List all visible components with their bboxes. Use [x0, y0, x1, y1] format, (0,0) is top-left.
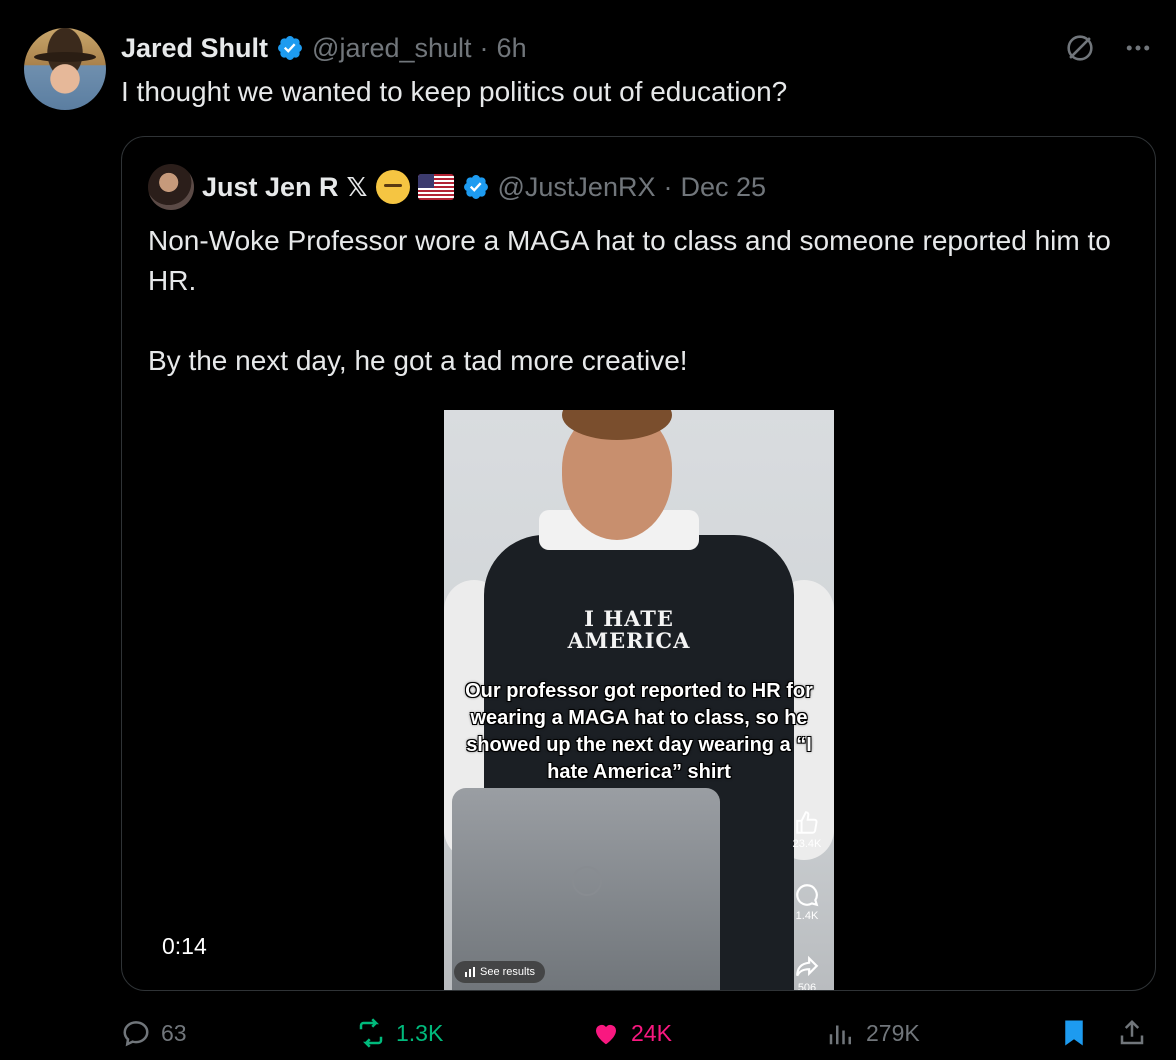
tweet-actions: 63 1.3K 24K 279K — [121, 1014, 1156, 1060]
poll-icon — [465, 967, 475, 977]
separator-dot: · — [663, 171, 673, 202]
video-share[interactable]: 506 — [794, 954, 820, 990]
video-caption: Our professor got reported to HR for wea… — [465, 680, 813, 783]
quoted-author-handle[interactable]: @JustJenRX — [498, 172, 656, 203]
reply-icon — [123, 1021, 149, 1047]
video-duration: 0:14 — [162, 933, 207, 959]
us-flag-icon — [417, 174, 454, 200]
bookmark-icon — [1065, 1020, 1083, 1046]
views-button[interactable]: 279K — [826, 1018, 920, 1048]
shirt-text: I HATE AMERICA — [554, 608, 704, 652]
retweet-icon — [359, 1018, 383, 1048]
more-icon[interactable] — [1120, 30, 1156, 66]
tweet-time[interactable]: 6h — [497, 33, 527, 64]
author-avatar[interactable] — [24, 28, 106, 110]
video-player[interactable]: I HATE AMERICA Our professor got reporte… — [444, 410, 834, 990]
share-arrow-icon — [796, 955, 819, 977]
video-laptop — [452, 788, 720, 990]
shirt-text-line2: AMERICA — [567, 628, 691, 653]
like-count: 24K — [631, 1019, 672, 1046]
like-icon — [596, 1024, 616, 1045]
like-button[interactable]: 24K — [591, 1018, 672, 1048]
share-button[interactable] — [1117, 1018, 1147, 1048]
see-results-button[interactable]: See results — [454, 961, 546, 983]
verified-badge-icon[interactable] — [462, 173, 490, 201]
quoted-text: Non-Woke Professor wore a MAGA hat to cl… — [148, 225, 1111, 376]
comment-icon — [796, 884, 819, 907]
x-logo-icon: 𝕏 — [346, 171, 368, 202]
see-results-label: See results — [480, 966, 536, 978]
thumbs-up-icon — [796, 811, 818, 834]
views-icon — [829, 1025, 851, 1045]
tweet-text: I thought we wanted to keep politics out… — [121, 76, 788, 107]
video-comment-count: 1.4K — [795, 910, 819, 922]
quoted-header: Just Jen R 𝕏 @JustJenRX · Dec 25 — [148, 163, 766, 211]
verified-badge-icon[interactable] — [276, 34, 304, 62]
salute-emoji-icon — [375, 170, 410, 204]
retweet-count: 1.3K — [396, 1019, 444, 1046]
retweet-button[interactable]: 1.3K — [356, 1018, 443, 1048]
grok-icon[interactable] — [1062, 30, 1098, 66]
bookmark-button[interactable] — [1059, 1018, 1089, 1048]
views-count: 279K — [866, 1019, 920, 1046]
video-like[interactable]: 23.4K — [792, 810, 822, 850]
shirt-text-line1: I HATE — [584, 606, 674, 631]
avatar-hat — [34, 52, 96, 62]
video-side-actions: 23.4K 1.4K 506 — [784, 810, 830, 990]
video-share-count: 506 — [797, 982, 817, 990]
laptop-logo — [572, 866, 602, 896]
reply-button[interactable]: 63 — [121, 1018, 187, 1048]
tweet-header: Jared Shult @jared_shult · 6h — [121, 30, 527, 66]
quoted-date[interactable]: Dec 25 — [680, 172, 766, 203]
quoted-avatar[interactable] — [148, 164, 194, 210]
quoted-tweet[interactable]: Just Jen R 𝕏 @JustJenRX · Dec 25 Non-Wok… — [121, 136, 1156, 991]
video-like-count: 23.4K — [792, 838, 822, 850]
quoted-author-name[interactable]: Just Jen R — [202, 172, 339, 203]
video-comment[interactable]: 1.4K — [794, 882, 820, 922]
share-icon — [1120, 1019, 1144, 1045]
author-handle[interactable]: @jared_shult — [312, 33, 472, 64]
reply-count: 63 — [161, 1019, 187, 1046]
top-actions — [1062, 30, 1156, 66]
author-name[interactable]: Jared Shult — [121, 33, 268, 64]
separator-dot: · — [479, 32, 489, 63]
